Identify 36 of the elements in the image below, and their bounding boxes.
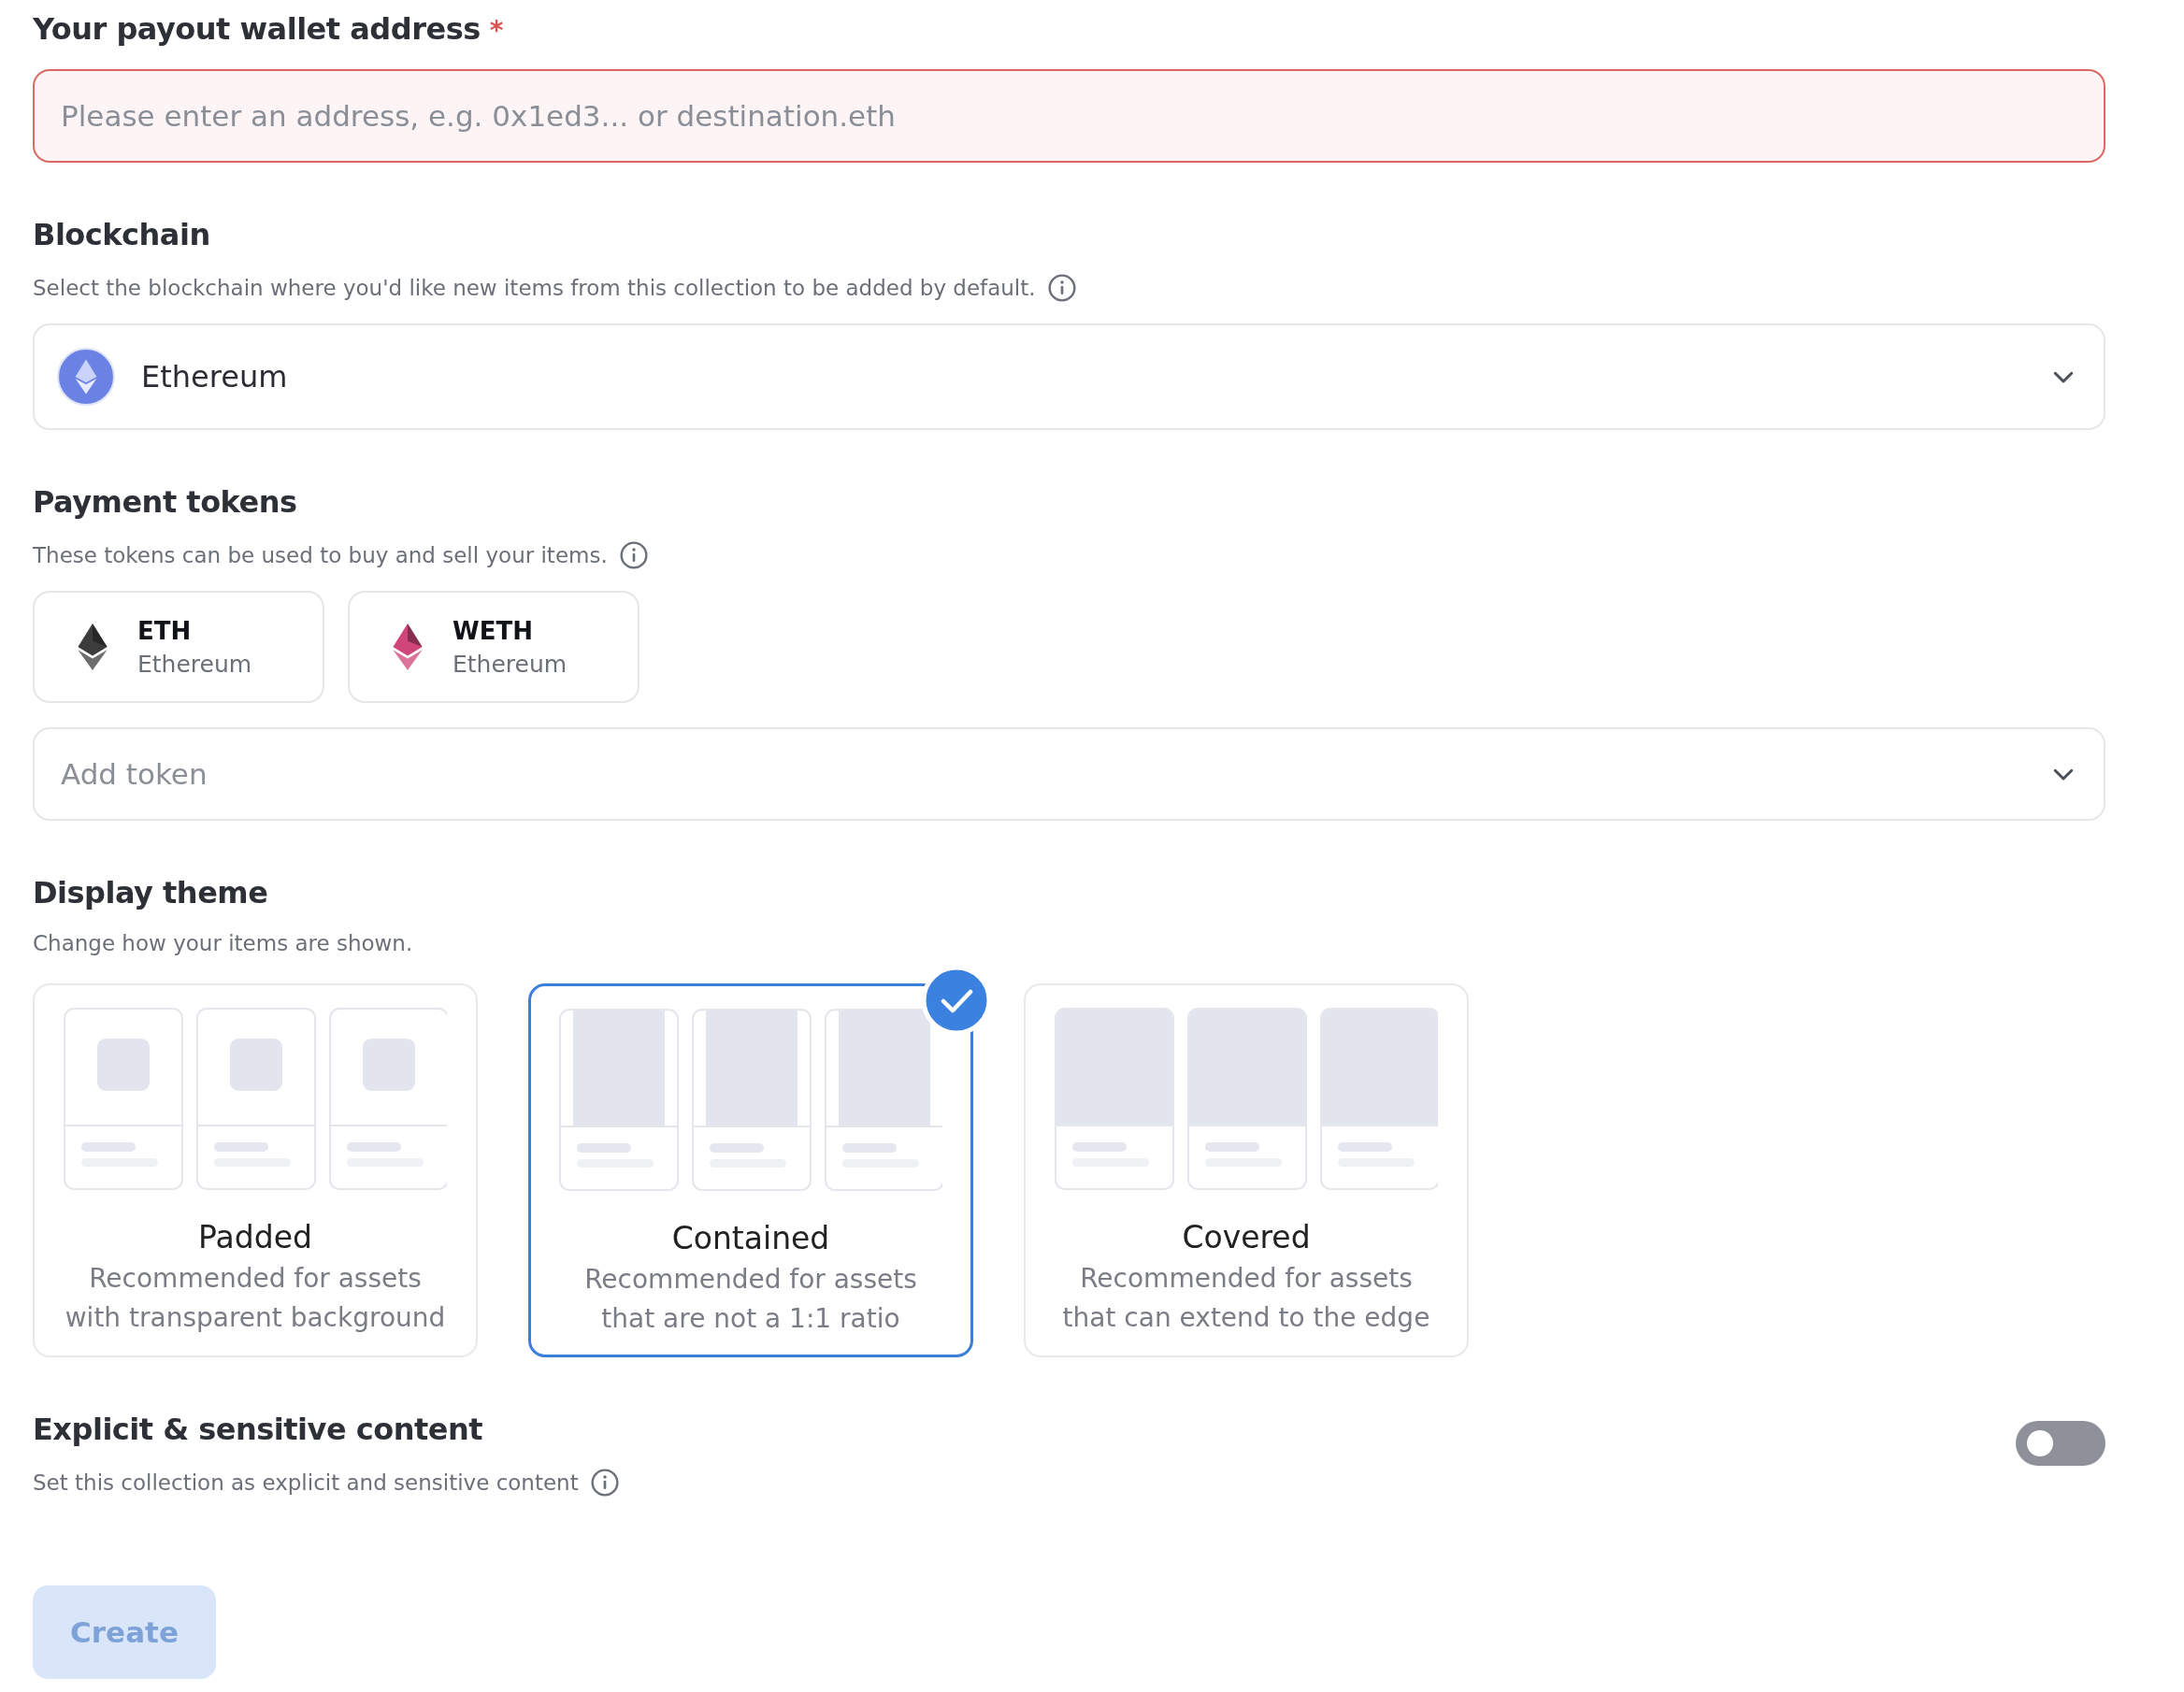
theme-description: Recommended for assets that can extend to the edge	[1061, 1262, 1431, 1335]
info-icon[interactable]	[1046, 273, 1077, 303]
theme-title: Padded	[198, 1219, 312, 1255]
section-heading: Display theme	[33, 875, 269, 911]
diamond-icon	[78, 624, 108, 670]
field-label: Your payout wallet address	[33, 11, 481, 47]
token-card[interactable]: WETH Ethereum	[348, 591, 639, 703]
info-icon[interactable]	[589, 1468, 620, 1498]
wallet-address-input[interactable]: Please enter an address, e.g. 0x1ed3... or destination.eth	[33, 69, 2105, 163]
info-icon[interactable]	[618, 540, 649, 570]
theme-title: Contained	[671, 1220, 830, 1256]
section-heading: Payment tokens	[33, 484, 298, 520]
select-placeholder: Add token	[61, 757, 208, 791]
token-symbol: WETH	[453, 616, 534, 645]
token-symbol: ETH	[137, 616, 193, 645]
required-mark: *	[489, 15, 503, 46]
blockchain-select[interactable]: Ethereum	[33, 323, 2105, 430]
theme-option-card[interactable]: Covered Recommended for assets that can extend to the edge	[1024, 983, 1469, 1357]
select-value: Ethereum	[141, 359, 289, 394]
section-heading: Explicit & sensitive content	[33, 1412, 484, 1447]
section-heading: Blockchain	[33, 217, 211, 252]
section-description: These tokens can be used to buy and sell your items.	[33, 543, 608, 567]
token-card[interactable]: ETH Ethereum	[33, 591, 324, 703]
section-description: Set this collection as explicit and sensitive content	[33, 1470, 579, 1495]
theme-option-card[interactable]: Contained Recommended for assets that are not a 1:1 ratio	[528, 983, 973, 1357]
theme-description: Recommended for assets with transparent background	[64, 1262, 447, 1335]
token-network: Ethereum	[453, 650, 568, 678]
theme-title: Covered	[1182, 1219, 1311, 1255]
section-description: Change how your items are shown.	[33, 931, 413, 955]
theme-description: Recommended for assets that are not a 1:1 ratio	[583, 1263, 918, 1336]
toggle-switch[interactable]	[2016, 1421, 2105, 1466]
section-description: Select the blockchain where you'd like new items from this collection to be added by default.	[33, 276, 1036, 300]
token-network: Ethereum	[137, 650, 252, 678]
diamond-icon	[393, 624, 423, 670]
ethereum-logo-icon	[57, 348, 115, 406]
theme-option-card[interactable]: Padded Recommended for assets with transparent background	[33, 983, 478, 1357]
